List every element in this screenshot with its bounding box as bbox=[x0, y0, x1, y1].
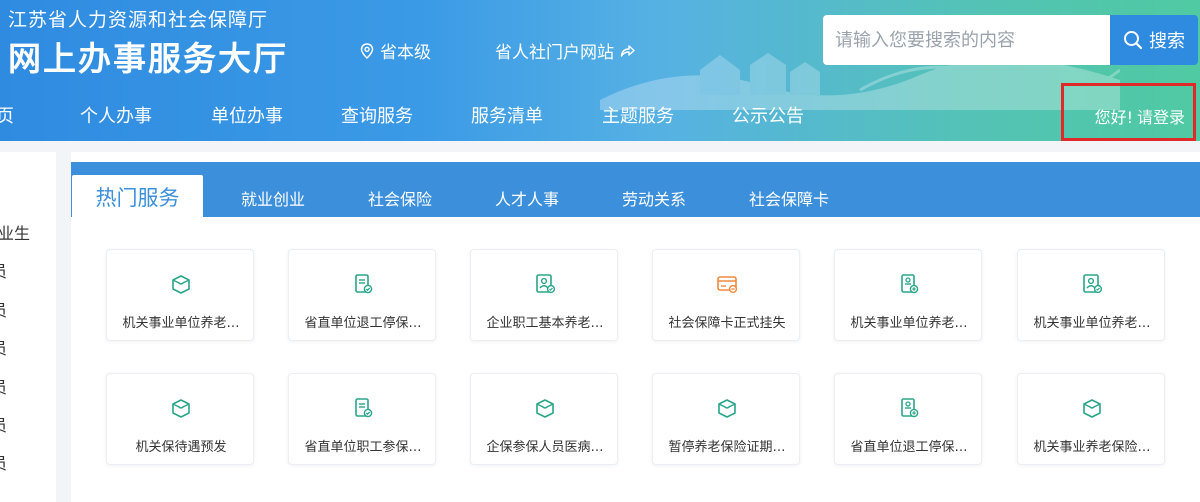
document-check-icon bbox=[351, 396, 375, 420]
service-card-label: 机关事业单位养老… bbox=[1033, 316, 1151, 331]
id-card-icon bbox=[533, 272, 557, 296]
tab-social-security-card[interactable]: 社会保障卡 bbox=[749, 186, 829, 210]
sidebar-item[interactable]: 业生 bbox=[0, 220, 30, 244]
service-tabs: 热门服务 就业创业 社会保险 人才人事 劳动关系 社会保障卡 bbox=[71, 162, 1200, 219]
main-nav: 页 个人办事 单位办事 查询服务 服务清单 主题服务 公示公告 bbox=[0, 96, 1060, 136]
tab-talent[interactable]: 人才人事 bbox=[495, 186, 559, 210]
box-icon bbox=[533, 396, 557, 420]
service-card-label: 机关保待遇预发 bbox=[135, 440, 227, 455]
service-card-label: 省直单位退工停保… bbox=[304, 316, 422, 331]
document-add-icon bbox=[897, 272, 921, 296]
search-button-label: 搜索 bbox=[1149, 31, 1185, 52]
service-card[interactable]: 省直单位退工停保… bbox=[288, 249, 436, 341]
share-arrow-icon bbox=[620, 44, 635, 57]
nav-item-query[interactable]: 查询服务 bbox=[341, 102, 413, 128]
nav-item-topic[interactable]: 主题服务 bbox=[602, 102, 674, 128]
nav-item-unit[interactable]: 单位办事 bbox=[211, 102, 283, 128]
sidebar-item[interactable]: 员 bbox=[0, 297, 7, 321]
search-input[interactable] bbox=[823, 15, 1110, 65]
service-card-label: 机关事业单位养老… bbox=[850, 316, 968, 331]
greeting-text: 您好! bbox=[1094, 108, 1133, 127]
service-card[interactable]: 企业职工基本养老… bbox=[470, 249, 618, 341]
nav-item-announcements[interactable]: 公示公告 bbox=[732, 102, 804, 128]
location-pin-icon bbox=[360, 42, 374, 59]
service-card-label: 省直单位职工参保… bbox=[304, 440, 422, 455]
hot-services-panel: 热门服务 就业创业 社会保险 人才人事 劳动关系 社会保障卡 机关事业单位养老…… bbox=[71, 152, 1200, 502]
nav-item-service-list[interactable]: 服务清单 bbox=[471, 102, 543, 128]
search-icon bbox=[1124, 31, 1143, 50]
sidebar-item[interactable]: 员 bbox=[0, 450, 7, 474]
document-add-icon bbox=[897, 396, 921, 420]
sidebar-item[interactable]: 员 bbox=[0, 258, 7, 282]
card-icon bbox=[715, 272, 739, 296]
portal-link-label: 省人社门户网站 bbox=[495, 43, 614, 63]
site-title[interactable]: 网上办事服务大厅 bbox=[8, 32, 288, 80]
sidebar-item[interactable]: 员 bbox=[0, 335, 7, 359]
service-card-label: 暂停养老保险证期… bbox=[668, 440, 786, 455]
id-card-icon bbox=[1080, 272, 1104, 296]
service-card[interactable]: 机关事业养老保险… bbox=[1017, 373, 1165, 465]
location-label: 省本级 bbox=[380, 43, 431, 63]
nav-item-personal[interactable]: 个人办事 bbox=[80, 102, 152, 128]
location-selector[interactable]: 省本级 bbox=[360, 38, 431, 63]
service-card[interactable]: 省直单位职工参保… bbox=[288, 373, 436, 465]
service-card[interactable]: 社会保障卡正式挂失 bbox=[652, 249, 800, 341]
sidebar-item[interactable]: 员 bbox=[0, 374, 7, 398]
search-button[interactable]: 搜索 bbox=[1110, 15, 1198, 65]
tab-social-insurance[interactable]: 社会保险 bbox=[368, 186, 432, 210]
service-card[interactable]: 机关事业单位养老… bbox=[106, 249, 254, 341]
tab-hot-services[interactable]: 热门服务 bbox=[72, 175, 203, 219]
left-sidebar: 业生 员 员 员 员 员 员 bbox=[0, 152, 56, 502]
service-card-label: 机关事业养老保险… bbox=[1033, 440, 1151, 455]
login-area[interactable]: 您好! 请登录 bbox=[1061, 83, 1196, 141]
box-icon bbox=[169, 396, 193, 420]
box-icon bbox=[1080, 396, 1104, 420]
sidebar-item[interactable]: 员 bbox=[0, 412, 7, 436]
box-icon bbox=[169, 272, 193, 296]
service-card[interactable]: 机关事业单位养老… bbox=[1017, 249, 1165, 341]
service-card[interactable]: 企保参保人员医病… bbox=[470, 373, 618, 465]
document-check-icon bbox=[351, 272, 375, 296]
service-card-label: 企业职工基本养老… bbox=[486, 316, 604, 331]
service-card-label: 省直单位退工停保… bbox=[850, 440, 968, 455]
service-card-label: 机关事业单位养老… bbox=[122, 316, 240, 331]
nav-item-home[interactable]: 页 bbox=[0, 102, 14, 128]
service-card-label: 企保参保人员医病… bbox=[486, 440, 604, 455]
site-header: 江苏省人力资源和社会保障厅 网上办事服务大厅 省本级 省人社门户网站 搜索 页 … bbox=[0, 0, 1200, 141]
service-card[interactable]: 机关事业单位养老… bbox=[834, 249, 982, 341]
service-card[interactable]: 暂停养老保险证期… bbox=[652, 373, 800, 465]
service-card[interactable]: 省直单位退工停保… bbox=[834, 373, 982, 465]
site-subtitle: 江苏省人力资源和社会保障厅 bbox=[8, 9, 269, 31]
tab-employment[interactable]: 就业创业 bbox=[241, 186, 305, 210]
login-link[interactable]: 请登录 bbox=[1137, 104, 1185, 128]
service-card[interactable]: 机关保待遇预发 bbox=[106, 373, 254, 465]
box-icon bbox=[715, 396, 739, 420]
tab-labor-relations[interactable]: 劳动关系 bbox=[622, 186, 686, 210]
service-card-label: 社会保障卡正式挂失 bbox=[668, 316, 786, 331]
portal-link[interactable]: 省人社门户网站 bbox=[495, 38, 636, 63]
